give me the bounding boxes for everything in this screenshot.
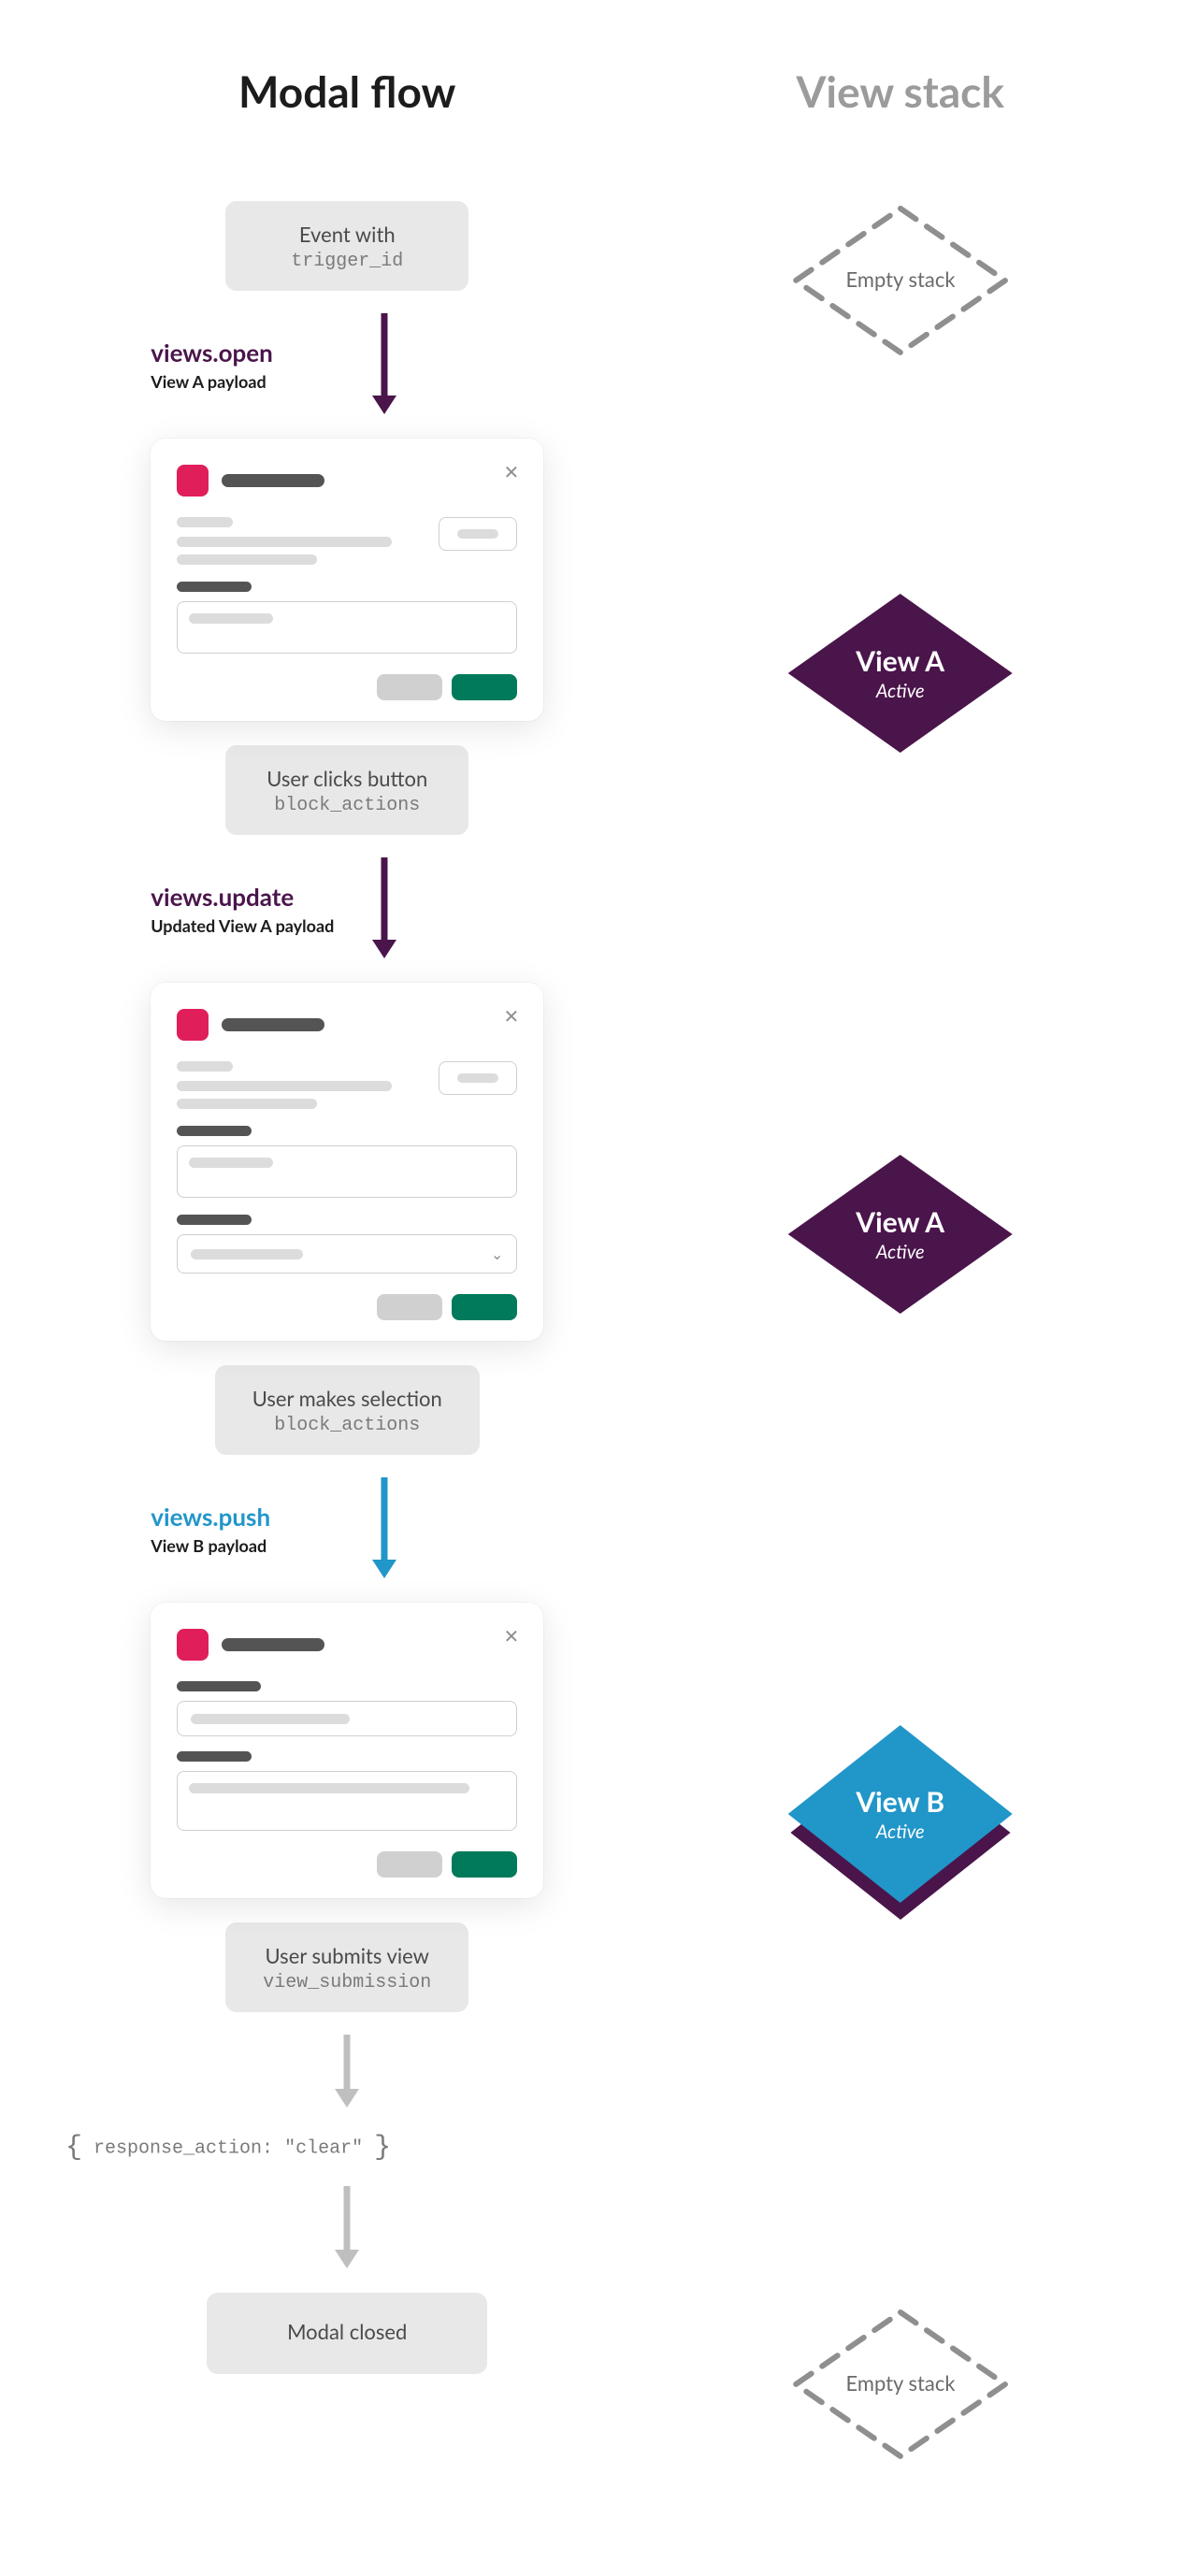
modal-submit-button[interactable] [452, 1851, 517, 1878]
modal-side-button[interactable] [439, 1061, 517, 1095]
api-label-views-open: views.open View A payload [132, 338, 368, 392]
stack-empty-label: Empty stack [845, 266, 956, 292]
modal-preview-view-a-updated: ✕ ⌄ [151, 983, 543, 1341]
stack-view-a-title: View A [856, 644, 944, 678]
modal-preview-view-b: ✕ [151, 1603, 543, 1898]
event-submit-code: view_submission [263, 1972, 431, 1993]
stack-view-b-status: Active [876, 1820, 925, 1843]
event-select-code: block_actions [252, 1415, 442, 1436]
modal-input[interactable] [177, 601, 517, 654]
stack-view-b-on-a: View B Active [788, 1725, 1013, 1903]
event-click: User clicks button block_actions [225, 745, 468, 835]
api-name: views.update [151, 882, 368, 912]
modal-title-placeholder [222, 474, 324, 487]
close-icon[interactable]: ✕ [503, 1627, 519, 1646]
modal-submit-button[interactable] [452, 1294, 517, 1320]
heading-view-stack: View stack [796, 65, 1003, 117]
arrow-down-icon [368, 1477, 400, 1580]
modal-preview-view-a: ✕ [151, 439, 543, 721]
arrow-views-open: views.open View A payload [132, 313, 562, 416]
stack-view-a-status: Active [876, 1241, 925, 1263]
stack-view-a-updated: View A Active [788, 1155, 1013, 1314]
api-name: views.push [151, 1502, 368, 1532]
event-select-text: User makes selection [252, 1386, 442, 1411]
app-icon [177, 465, 209, 496]
api-sub: View B payload [151, 1535, 368, 1556]
modal-title-placeholder [222, 1018, 324, 1031]
event-submit-text: User submits view [263, 1943, 431, 1968]
chevron-down-icon: ⌄ [491, 1245, 503, 1263]
modal-select[interactable]: ⌄ [177, 1234, 517, 1274]
modal-cancel-button[interactable] [377, 1851, 442, 1878]
api-sub: Updated View A payload [151, 915, 368, 936]
event-select: User makes selection block_actions [215, 1365, 480, 1455]
response-action-text: response_action: "clear" [94, 2137, 363, 2159]
event-closed-text: Modal closed [244, 2319, 450, 2344]
arrow-down-icon [331, 2035, 363, 2109]
event-trigger-code: trigger_id [263, 251, 431, 272]
modal-side-button[interactable] [439, 517, 517, 551]
api-name: views.open [151, 338, 368, 367]
arrow-down-icon [331, 2186, 363, 2270]
modal-input[interactable] [177, 1145, 517, 1198]
modal-flow-column: Modal flow Event with trigger_id views.o… [37, 65, 656, 2464]
response-action-code: { response_action: "clear" } [65, 2132, 391, 2164]
event-submit: User submits view view_submission [225, 1922, 468, 2012]
event-click-text: User clicks button [263, 766, 431, 791]
close-icon[interactable]: ✕ [503, 463, 519, 482]
stack-empty-label-end: Empty stack [845, 2370, 956, 2396]
stack-view-a-title: View A [856, 1205, 944, 1239]
heading-modal-flow: Modal flow [238, 65, 455, 117]
event-closed: Modal closed [207, 2293, 487, 2374]
modal-textarea[interactable] [177, 1771, 517, 1831]
stack-view-a-status: Active [876, 680, 925, 702]
modal-cancel-button[interactable] [377, 674, 442, 700]
view-stack-column: View stack Empty stack View A Active Vie… [656, 65, 1144, 2464]
app-icon [177, 1629, 209, 1661]
modal-title-placeholder [222, 1638, 324, 1651]
arrow-views-push: views.push View B payload [132, 1477, 562, 1580]
api-sub: View A payload [151, 371, 368, 392]
arrow-views-update: views.update Updated View A payload [132, 857, 562, 960]
modal-submit-button[interactable] [452, 674, 517, 700]
stack-view-b-title: View B [856, 1785, 944, 1819]
arrow-response [331, 2035, 363, 2109]
modal-cancel-button[interactable] [377, 1294, 442, 1320]
modal-select[interactable] [177, 1701, 517, 1736]
app-icon [177, 1009, 209, 1041]
api-label-views-push: views.push View B payload [132, 1502, 368, 1556]
stack-empty-diamond: Empty stack [788, 201, 1013, 360]
arrow-down-icon [368, 313, 400, 416]
event-click-code: block_actions [263, 795, 431, 816]
event-trigger: Event with trigger_id [225, 201, 468, 291]
arrow-down-icon [368, 857, 400, 960]
event-trigger-text: Event with [263, 222, 431, 247]
stack-view-a: View A Active [788, 594, 1013, 753]
close-icon[interactable]: ✕ [503, 1007, 519, 1026]
stack-empty-diamond-end: Empty stack [788, 2305, 1013, 2464]
arrow-closed [331, 2186, 363, 2270]
api-label-views-update: views.update Updated View A payload [132, 882, 368, 936]
